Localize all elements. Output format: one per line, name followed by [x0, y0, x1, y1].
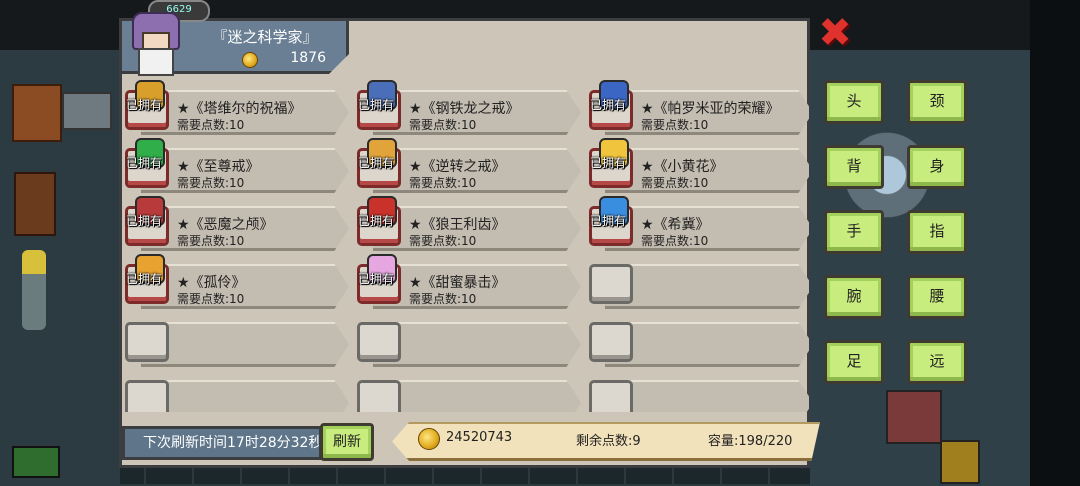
item-cost: 需要点数:10	[177, 118, 245, 132]
background-machine	[886, 390, 942, 444]
item-name: ★《逆转之戒》	[409, 159, 506, 175]
close-button[interactable]: ✖	[818, 13, 852, 53]
remaining-points: 剩余点数:9	[576, 434, 641, 449]
item-icon-frame	[125, 322, 169, 362]
owned-label: 已拥有	[358, 272, 395, 286]
background-cabinet	[12, 84, 62, 142]
category-button[interactable]: 指	[907, 210, 967, 254]
shop-item-slot[interactable]: 已拥有 ★《狼王利齿》 需要点数:10	[353, 192, 581, 251]
owned-label: 已拥有	[126, 214, 163, 228]
coin-icon	[418, 428, 440, 450]
owned-label: 已拥有	[358, 156, 395, 170]
category-button[interactable]: 远	[907, 340, 967, 384]
shop-item-slot[interactable]: 已拥有 ★《甜蜜暴击》 需要点数:10	[353, 250, 581, 309]
close-icon: ✖	[818, 10, 852, 56]
item-icon-frame	[589, 264, 633, 304]
item-name: ★《狼王利齿》	[409, 217, 506, 233]
player-money: 24520743	[446, 430, 513, 445]
category-button[interactable]: 背	[824, 145, 884, 189]
owned-label: 已拥有	[590, 156, 627, 170]
item-cost: 需要点数:10	[177, 176, 245, 190]
item-icon-frame	[589, 380, 633, 412]
empty-item-slot[interactable]	[585, 366, 809, 412]
item-cost: 需要点数:10	[641, 234, 709, 248]
empty-item-slot[interactable]	[353, 308, 581, 367]
category-button[interactable]: 腰	[907, 275, 967, 319]
item-cost: 需要点数:10	[409, 234, 477, 248]
item-name: ★《至尊戒》	[177, 159, 260, 175]
item-icon-frame	[357, 322, 401, 362]
item-icon-frame	[125, 380, 169, 412]
background-edge	[1030, 0, 1080, 486]
owned-label: 已拥有	[590, 98, 627, 112]
item-icon-frame	[589, 322, 633, 362]
refresh-button[interactable]: 刷新	[320, 423, 374, 461]
shop-item-slot[interactable]: 已拥有 ★《塔维尔的祝福》 需要点数:10	[121, 76, 349, 135]
empty-item-slot[interactable]	[121, 366, 349, 412]
item-cost: 需要点数:10	[177, 292, 245, 306]
owned-label: 已拥有	[590, 214, 627, 228]
shop-item-slot[interactable]: 已拥有 ★《帕罗米亚的荣耀》 需要点数:10	[585, 76, 809, 135]
inventory-capacity: 容量:198/220	[708, 434, 793, 449]
shop-item-slot[interactable]: 已拥有 ★《孤伶》 需要点数:10	[121, 250, 349, 309]
category-button[interactable]: 头	[824, 80, 884, 124]
item-name: ★《帕罗米亚的荣耀》	[641, 101, 780, 117]
refresh-timer: 下次刷新时间17时28分32秒	[122, 426, 322, 460]
item-icon-frame	[357, 380, 401, 412]
empty-item-slot[interactable]	[585, 308, 809, 367]
merchant-title: 『迷之科学家』	[212, 28, 318, 46]
owned-label: 已拥有	[126, 98, 163, 112]
owned-label: 已拥有	[126, 272, 163, 286]
item-cost: 需要点数:10	[409, 118, 477, 132]
empty-item-slot[interactable]	[585, 250, 809, 309]
item-name: ★《小黄花》	[641, 159, 724, 175]
shop-item-slot[interactable]: 已拥有 ★《至尊戒》 需要点数:10	[121, 134, 349, 193]
shop-item-slot[interactable]: 已拥有 ★《钢铁龙之戒》 需要点数:10	[353, 76, 581, 135]
category-button[interactable]: 颈	[907, 80, 967, 124]
shop-item-slot[interactable]: 已拥有 ★《小黄花》 需要点数:10	[585, 134, 809, 193]
category-button[interactable]: 腕	[824, 275, 884, 319]
item-name: ★《钢铁龙之戒》	[409, 101, 520, 117]
category-button[interactable]: 手	[824, 210, 884, 254]
item-cost: 需要点数:10	[177, 234, 245, 248]
item-grid: 已拥有 ★《塔维尔的祝福》 需要点数:10 已拥有 ★《钢铁龙之戒》 需要点数:10 已拥有…	[121, 76, 809, 412]
item-name: ★《恶魔之颅》	[177, 217, 274, 233]
item-name: ★《孤伶》	[177, 275, 246, 291]
item-name: ★《甜蜜暴击》	[409, 275, 506, 291]
shop-item-slot[interactable]: 已拥有 ★《恶魔之颅》 需要点数:10	[121, 192, 349, 251]
item-cost: 需要点数:10	[641, 118, 709, 132]
item-name: ★《塔维尔的祝福》	[177, 101, 302, 117]
coin-icon	[242, 52, 258, 68]
category-button[interactable]: 足	[824, 340, 884, 384]
item-name: ★《希冀》	[641, 217, 710, 233]
empty-item-slot[interactable]	[121, 308, 349, 367]
owned-label: 已拥有	[358, 214, 395, 228]
background-desk	[62, 92, 112, 130]
merchant-avatar: 6629	[126, 0, 210, 76]
owned-label: 已拥有	[126, 156, 163, 170]
item-cost: 需要点数:10	[409, 176, 477, 190]
owned-label: 已拥有	[358, 98, 395, 112]
background-door	[940, 440, 980, 484]
background-plant	[22, 250, 46, 330]
background-chair	[14, 172, 56, 236]
shop-item-slot[interactable]: 已拥有 ★《逆转之戒》 需要点数:10	[353, 134, 581, 193]
merchant-coins: 1876	[290, 50, 326, 66]
item-cost: 需要点数:10	[409, 292, 477, 306]
empty-item-slot[interactable]	[353, 366, 581, 412]
background-screen	[12, 446, 60, 478]
item-cost: 需要点数:10	[641, 176, 709, 190]
shop-item-slot[interactable]: 已拥有 ★《希冀》 需要点数:10	[585, 192, 809, 251]
category-button[interactable]: 身	[907, 145, 967, 189]
